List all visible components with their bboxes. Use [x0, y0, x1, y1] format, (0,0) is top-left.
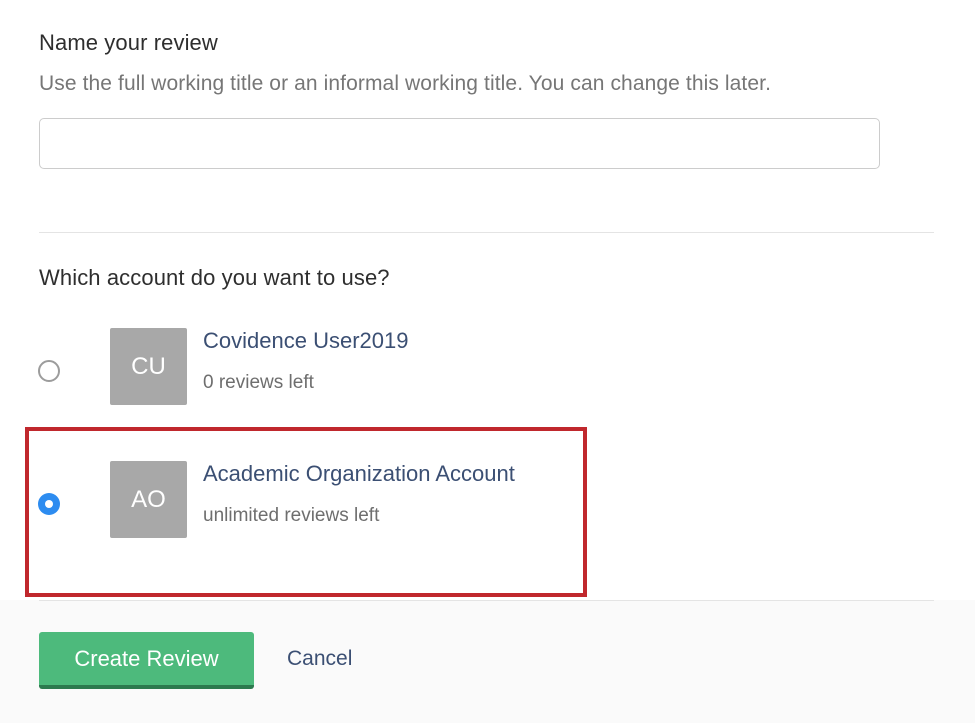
review-name-hint: Use the full working title or an informa…: [39, 72, 772, 95]
create-review-button[interactable]: Create Review: [39, 632, 254, 689]
account-reviews-left: unlimited reviews left: [203, 505, 380, 526]
new-review-form: Name your review Use the full working ti…: [0, 0, 975, 723]
cancel-link[interactable]: Cancel: [287, 647, 352, 671]
account-name-link[interactable]: Academic Organization Account: [203, 461, 515, 487]
review-name-label: Name your review: [39, 30, 218, 55]
account-avatar: CU: [110, 328, 187, 405]
account-avatar: AO: [110, 461, 187, 538]
account-radio-selected[interactable]: [38, 493, 60, 515]
section-divider: [39, 232, 934, 233]
account-option-covidence-user[interactable]: CU Covidence User2019 0 reviews left: [0, 325, 620, 415]
review-name-input[interactable]: [39, 118, 880, 169]
account-radio-unselected[interactable]: [38, 360, 60, 382]
footer-divider: [39, 600, 934, 601]
account-option-academic-organization[interactable]: AO Academic Organization Account unlimit…: [0, 458, 620, 548]
account-name-link[interactable]: Covidence User2019: [203, 328, 408, 354]
account-reviews-left: 0 reviews left: [203, 372, 314, 393]
account-question: Which account do you want to use?: [39, 265, 390, 290]
